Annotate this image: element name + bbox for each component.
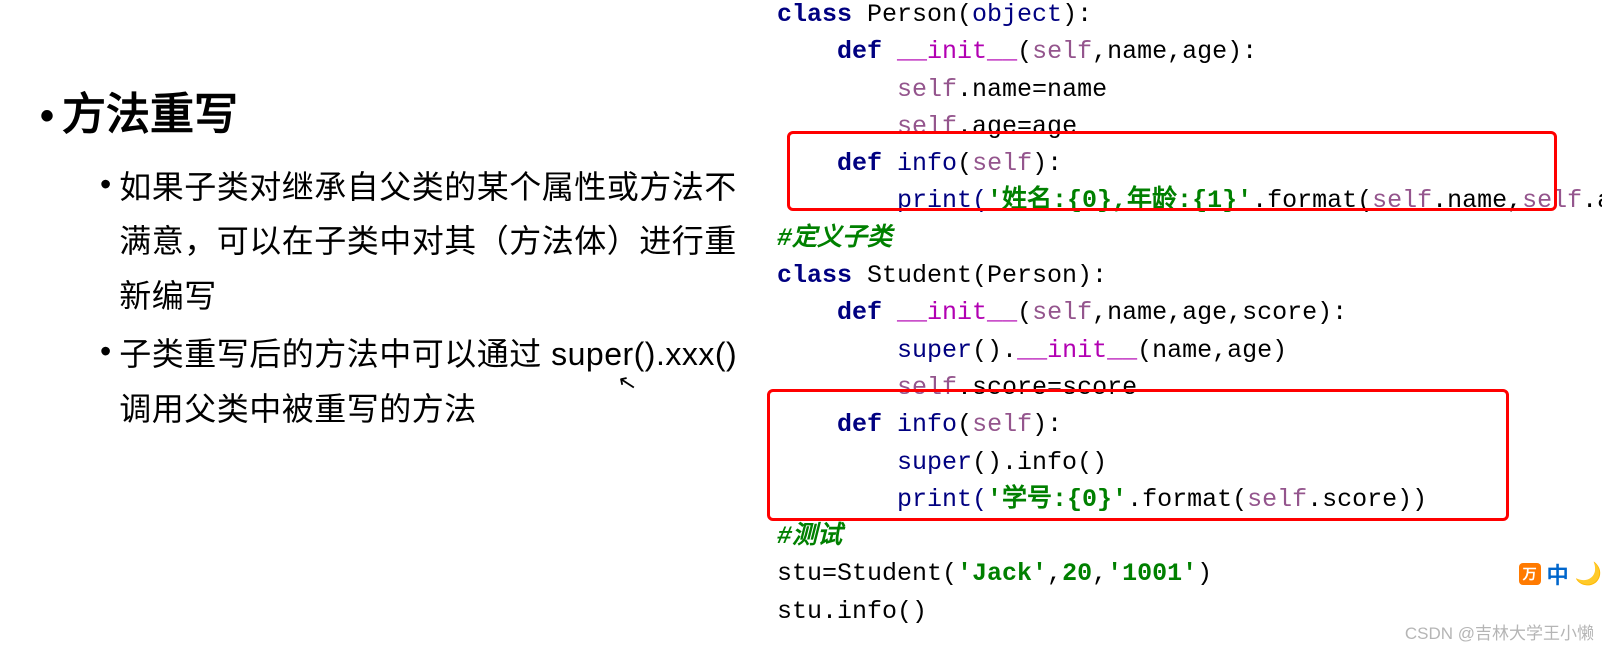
ime-lang-label: 中: [1547, 558, 1569, 590]
code-block: class Person(object): def __init__(self,…: [777, 0, 1597, 630]
list-item: • 如果子类对继承自父类的某个属性或方法不满意，可以在子类中对其（方法体）进行重…: [100, 160, 760, 323]
sub-bullet-list: • 如果子类对继承自父类的某个属性或方法不满意，可以在子类中对其（方法体）进行重…: [100, 160, 760, 436]
moon-icon: 🌙: [1575, 561, 1602, 587]
bullet-text: 如果子类对继承自父类的某个属性或方法不满意，可以在子类中对其（方法体）进行重新编…: [119, 160, 760, 323]
comment: #定义子类: [777, 224, 892, 253]
keyword: class: [777, 0, 852, 29]
bullet-dot: •: [100, 160, 111, 323]
explanation-panel: • 方法重写 • 如果子类对继承自父类的某个属性或方法不满意，可以在子类中对其（…: [40, 78, 760, 440]
bullet-dot: •: [100, 327, 111, 436]
heading-text: 方法重写: [62, 78, 238, 142]
bullet-text: 子类重写后的方法中可以通过 super().xxx() 调用父类中被重写的方法: [119, 327, 760, 436]
watermark-text: CSDN @吉林大学王小懒: [1405, 619, 1594, 644]
list-item: • 子类重写后的方法中可以通过 super().xxx() 调用父类中被重写的方…: [100, 327, 760, 436]
ime-provider-icon: 万: [1519, 563, 1541, 585]
bullet-dot: •: [40, 96, 54, 136]
ime-indicator[interactable]: 万 中 🌙: [1519, 558, 1602, 590]
comment: #测试: [777, 522, 842, 551]
heading-row: • 方法重写: [40, 78, 760, 142]
